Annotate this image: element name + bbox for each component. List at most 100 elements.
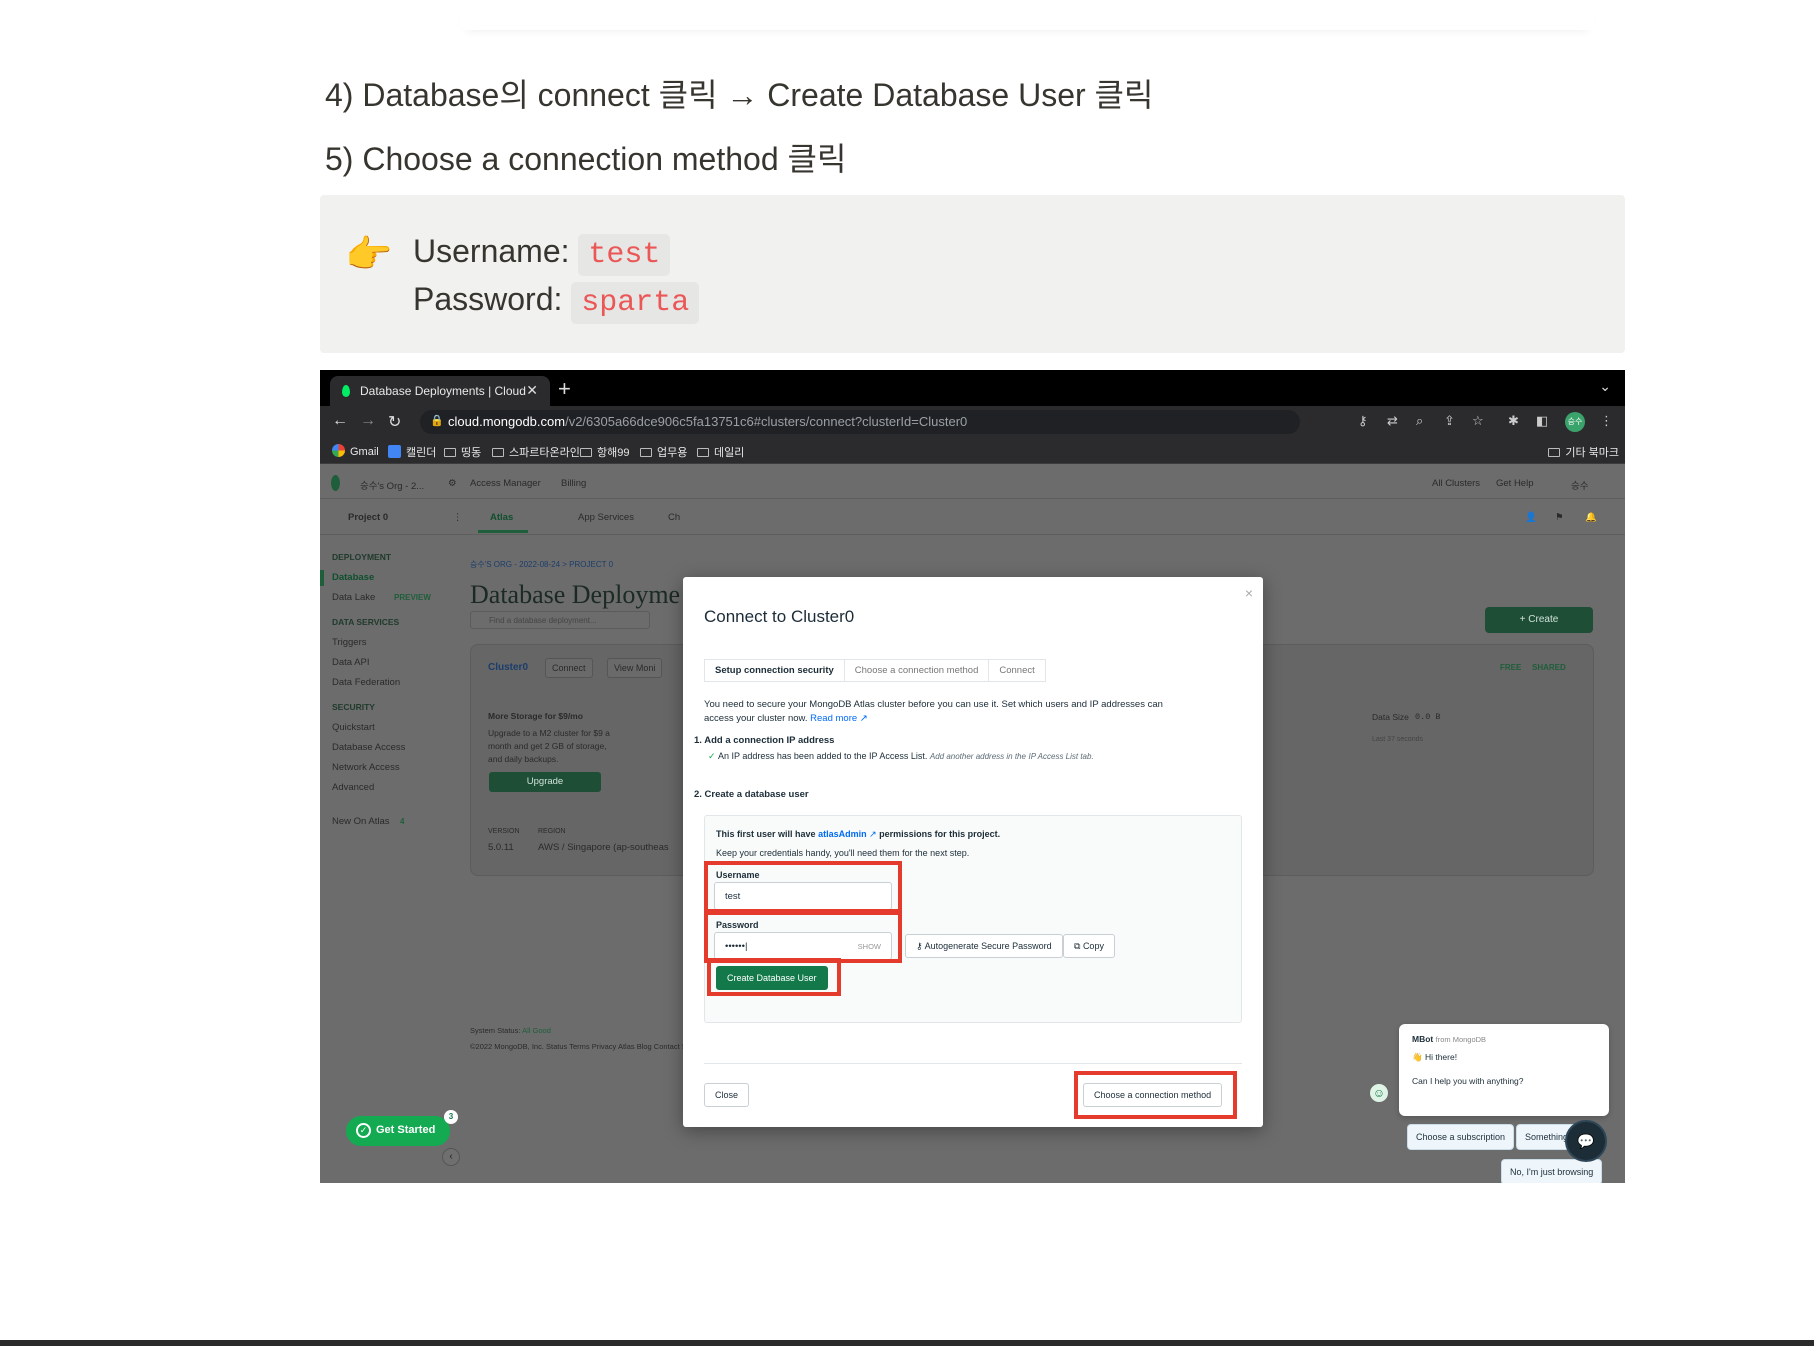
- atlas-admin-link[interactable]: atlasAdmin: [818, 829, 867, 839]
- tab-atlas[interactable]: Atlas: [490, 512, 513, 523]
- free-badge: FREE: [1500, 663, 1522, 672]
- collapse-sidebar-icon[interactable]: ‹: [442, 1148, 460, 1166]
- bookmark-folder-4[interactable]: 업무용: [640, 444, 687, 460]
- sidebar-item-new-on-atlas[interactable]: New On Atlas: [332, 816, 390, 827]
- reload-icon[interactable]: ↻: [388, 412, 401, 432]
- menu-kebab-icon[interactable]: ⋮: [1600, 413, 1613, 429]
- sidebar-active-indicator: [320, 570, 324, 586]
- access-manager-menu[interactable]: Access Manager: [470, 478, 541, 489]
- check-circle-icon: ✓: [356, 1123, 371, 1138]
- read-more-link[interactable]: Read more: [810, 713, 857, 724]
- bookmark-calendar[interactable]: 캘린더: [388, 444, 436, 460]
- side-panel-icon[interactable]: ◧: [1536, 413, 1548, 429]
- sidebar-item-data-federation[interactable]: Data Federation: [332, 677, 400, 688]
- star-icon[interactable]: ☆: [1472, 413, 1484, 429]
- forward-icon[interactable]: →: [360, 412, 376, 430]
- modal-close-icon[interactable]: ×: [1245, 585, 1253, 601]
- chip-choose-subscription[interactable]: Choose a subscription: [1407, 1124, 1515, 1150]
- step-setup-security[interactable]: Setup connection security: [704, 659, 845, 682]
- folder-icon: [640, 448, 652, 457]
- sidebar-heading-data-services: DATA SERVICES: [332, 617, 400, 627]
- modal-title: Connect to Cluster0: [704, 607, 855, 626]
- profile-avatar[interactable]: 승수: [1565, 412, 1585, 432]
- share-icon[interactable]: ⇪: [1444, 413, 1455, 429]
- breadcrumb[interactable]: 승수'S ORG - 2022-08-24 > PROJECT 0: [470, 559, 613, 570]
- bookmark-gmail[interactable]: Gmail: [332, 444, 379, 458]
- chat-from: MBot from MongoDB: [1412, 1034, 1487, 1044]
- cluster-connect-button[interactable]: Connect: [545, 658, 593, 678]
- modal-steps: Setup connection security Choose a connec…: [704, 659, 1046, 682]
- extensions-icon[interactable]: ✱: [1508, 413, 1519, 429]
- modal-close-button[interactable]: Close: [704, 1083, 750, 1107]
- browser-tab[interactable]: Database Deployments | Cloud ✕: [330, 376, 550, 406]
- top-strip: [0, 0, 1814, 10]
- tab-app-services[interactable]: App Services: [578, 512, 634, 523]
- invite-user-icon[interactable]: 👤: [1525, 512, 1537, 523]
- tab-list-chevron-icon[interactable]: ⌄: [1599, 378, 1611, 395]
- tab-charts[interactable]: Ch: [668, 512, 680, 523]
- system-status: System Status: All Good: [470, 1026, 551, 1035]
- copy-password-button[interactable]: ⧉ Copy: [1063, 934, 1115, 958]
- bookmark-folder-5[interactable]: 데일리: [697, 444, 744, 460]
- get-started-button[interactable]: ✓ Get Started: [346, 1116, 450, 1146]
- mongodb-leaf-icon: [342, 385, 350, 397]
- preview-badge: PREVIEW: [394, 593, 431, 602]
- url-bar[interactable]: 🔒 cloud.mongodb.com/v2/6305a66dce906c5fa…: [420, 410, 1300, 434]
- sidebar-item-advanced[interactable]: Advanced: [332, 782, 374, 793]
- create-deployment-button[interactable]: + Create: [1485, 607, 1593, 633]
- project-kebab-icon[interactable]: ⋮: [453, 512, 463, 523]
- sidebar-item-data-lake[interactable]: Data Lake: [332, 592, 375, 603]
- org-selector[interactable]: 승수's Org - 2...: [360, 478, 424, 492]
- chat-greeting: 👋 Hi there!: [1412, 1052, 1458, 1062]
- step-connect[interactable]: Connect: [988, 659, 1046, 682]
- username-label: Username:: [413, 233, 570, 269]
- sidebar-heading-deployment: DEPLOYMENT: [332, 552, 392, 562]
- bookmark-other[interactable]: 기타 북마크: [1548, 444, 1619, 460]
- get-started-count-badge: 3: [444, 1110, 458, 1124]
- cluster-name-link[interactable]: Cluster0: [488, 662, 528, 673]
- upgrade-button[interactable]: Upgrade: [489, 772, 601, 792]
- autogenerate-password-button[interactable]: ⚷ Autogenerate Secure Password: [905, 934, 1063, 958]
- bookmark-folder-1[interactable]: 띵동: [444, 444, 481, 460]
- pointing-hand-icon: 👉: [345, 234, 393, 276]
- sidebar-item-database[interactable]: Database: [332, 572, 374, 583]
- chat-launcher-icon[interactable]: 💬: [1565, 1120, 1607, 1162]
- sidebar-item-data-api[interactable]: Data API: [332, 657, 370, 668]
- ip-access-list-link[interactable]: IP Access List tab.: [1028, 752, 1093, 761]
- chip-just-browsing[interactable]: No, I'm just browsing: [1501, 1159, 1603, 1183]
- step-choose-method[interactable]: Choose a connection method: [843, 659, 990, 682]
- bot-avatar-icon: ☺: [1370, 1084, 1388, 1102]
- bookmark-folder-3[interactable]: 항해99: [580, 444, 629, 460]
- close-tab-icon[interactable]: ✕: [526, 382, 538, 399]
- settings-gear-icon[interactable]: ⚙: [448, 478, 457, 489]
- credentials-callout: 👉 Username: test Password: sparta: [320, 195, 1625, 353]
- mongodb-logo-icon: [331, 475, 340, 491]
- project-selector[interactable]: Project 0: [348, 512, 388, 523]
- atlas-app-dimmed: 승수's Org - 2... ⚙ Access Manager Billing…: [320, 464, 1625, 1183]
- storage-desc-3: and daily backups.: [488, 754, 559, 764]
- bookmark-folder-2[interactable]: 스파르타온라인: [492, 444, 580, 460]
- sidebar-item-network-access[interactable]: Network Access: [332, 762, 400, 773]
- highlight-username: [704, 861, 902, 913]
- new-tab-icon[interactable]: +: [558, 376, 571, 402]
- sidebar-item-triggers[interactable]: Triggers: [332, 637, 367, 648]
- storage-desc-2: month and get 2 GB of storage,: [488, 741, 607, 751]
- sidebar-item-database-access[interactable]: Database Access: [332, 742, 405, 753]
- get-help-menu[interactable]: Get Help: [1496, 478, 1534, 489]
- translate-icon[interactable]: ⇄: [1387, 413, 1398, 429]
- zoom-icon[interactable]: ⌕: [1416, 413, 1423, 429]
- deployment-search-input[interactable]: Find a database deployment...: [470, 611, 650, 629]
- back-icon[interactable]: ←: [332, 412, 348, 430]
- billing-link[interactable]: Billing: [561, 478, 586, 489]
- browser-tab-title: Database Deployments | Cloud: [360, 384, 526, 398]
- bell-icon[interactable]: 🔔: [1585, 512, 1597, 523]
- last-seconds-label: Last 37 seconds: [1372, 736, 1423, 743]
- bottom-bar: [0, 1340, 1814, 1346]
- view-monitoring-button[interactable]: View Moni: [607, 658, 663, 678]
- footer-links[interactable]: ©2022 MongoDB, Inc. Status Terms Privacy…: [470, 1042, 701, 1051]
- user-menu[interactable]: 승수: [1571, 478, 1588, 492]
- activity-icon[interactable]: ⚑: [1555, 512, 1564, 523]
- sidebar-item-quickstart[interactable]: Quickstart: [332, 722, 375, 733]
- key-icon[interactable]: ⚷: [1358, 413, 1368, 429]
- all-clusters-link[interactable]: All Clusters: [1432, 478, 1480, 489]
